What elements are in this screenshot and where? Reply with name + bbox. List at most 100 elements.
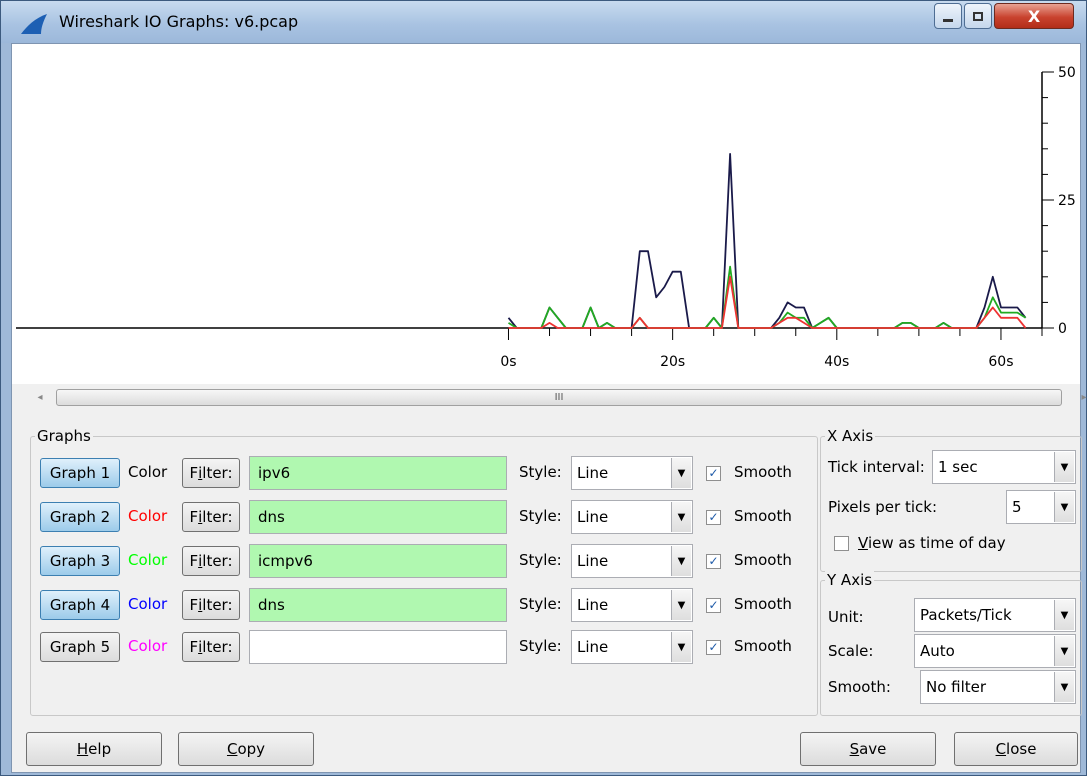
graph-3-style-label: Style: <box>519 551 562 569</box>
series-line-1 <box>507 153 1027 329</box>
graph-2-smooth-label: Smooth <box>734 507 792 525</box>
window-title: Wireshark IO Graphs: v6.pcap <box>59 12 299 31</box>
graph-2-style-value: Line <box>577 508 609 526</box>
y-tick-label: 25 <box>1058 193 1076 209</box>
x-tick-label: 0s <box>500 354 516 370</box>
graph-4-style-value: Line <box>577 596 609 614</box>
maximize-icon <box>973 11 983 21</box>
io-graphs-window: Wireshark IO Graphs: v6.pcap X 0s 20s 40s 6… <box>0 0 1087 776</box>
view-time-of-day-checkbox[interactable] <box>834 536 849 551</box>
graph-5-filter-input[interactable] <box>249 630 507 664</box>
y-axis-group-title: Y Axis <box>825 571 875 589</box>
graph-3-smooth-label: Smooth <box>734 551 792 569</box>
tick-interval-select[interactable]: 1 sec ▼ <box>932 450 1076 484</box>
tick-interval-value: 1 sec <box>938 458 978 476</box>
copy-button[interactable]: Copy <box>178 732 314 766</box>
graph-5-smooth-checkbox[interactable]: ✓ <box>706 640 721 655</box>
close-window-button[interactable]: X <box>994 3 1074 29</box>
graph-4-smooth-label: Smooth <box>734 595 792 613</box>
graph-4-color-label[interactable]: Color <box>128 595 167 613</box>
chevron-down-icon: ▼ <box>671 546 691 576</box>
chevron-down-icon: ▼ <box>671 590 691 620</box>
close-icon: X <box>1027 6 1041 26</box>
graph-2-color-label[interactable]: Color <box>128 507 167 525</box>
graph-1-button[interactable]: Graph 1 <box>40 458 120 488</box>
y-smooth-label: Smooth: <box>828 678 891 696</box>
x-axis-group-title: X Axis <box>825 427 876 445</box>
graph-3-style-select[interactable]: Line ▼ <box>571 544 693 578</box>
horizontal-scrollbar[interactable]: ◂ III ▸ <box>30 386 1087 408</box>
x-tick-label: 20s <box>660 354 685 370</box>
maximize-button[interactable] <box>964 3 992 29</box>
graphs-group-title: Graphs <box>35 427 93 445</box>
graph-1-style-value: Line <box>577 464 609 482</box>
unit-select[interactable]: Packets/Tick ▼ <box>914 598 1076 632</box>
help-button[interactable]: Help <box>26 732 162 766</box>
io-graph-plot[interactable]: 0s 20s 40s 60s 50 25 0 <box>12 44 1080 384</box>
tick-interval-label: Tick interval: <box>828 458 925 476</box>
x-tick-label: 40s <box>824 354 849 370</box>
graph-4-style-select[interactable]: Line ▼ <box>571 588 693 622</box>
y-smooth-select[interactable]: No filter ▼ <box>920 670 1076 704</box>
graph-1-style-label: Style: <box>519 463 562 481</box>
chevron-down-icon: ▼ <box>671 502 691 532</box>
graph-5-filter-button[interactable]: Fi lter: <box>182 632 240 662</box>
series-line-2 <box>508 265 1027 329</box>
graph-3-color-label[interactable]: Color <box>128 551 167 569</box>
minimize-button[interactable] <box>934 3 962 29</box>
graph-3-button[interactable]: Graph 3 <box>40 546 120 576</box>
pixels-per-tick-select[interactable]: 5 ▼ <box>1006 490 1076 524</box>
graph-2-button[interactable]: Graph 2 <box>40 502 120 532</box>
graph-4-style-label: Style: <box>519 595 562 613</box>
minimize-icon <box>943 18 953 22</box>
chevron-down-icon: ▼ <box>1054 452 1074 482</box>
window-client-area: 0s 20s 40s 60s 50 25 0 ◂ III ▸ Graphs Graph 1 … <box>11 43 1087 773</box>
graph-3-filter-input[interactable]: icmpv6 <box>249 544 507 578</box>
graph-1-style-select[interactable]: Line ▼ <box>571 456 693 490</box>
title-bar[interactable]: Wireshark IO Graphs: v6.pcap X <box>1 1 1086 43</box>
graph-1-smooth-checkbox[interactable]: ✓ <box>706 466 721 481</box>
graph-5-style-value: Line <box>577 638 609 656</box>
chevron-down-icon: ▼ <box>671 458 691 488</box>
y-smooth-value: No filter <box>926 678 987 696</box>
graph-5-smooth-label: Smooth <box>734 637 792 655</box>
save-button[interactable]: Save <box>800 732 936 766</box>
unit-value: Packets/Tick <box>920 606 1012 624</box>
x-tick-label: 60s <box>988 354 1013 370</box>
graph-4-button[interactable]: Graph 4 <box>40 590 120 620</box>
graph-4-filter-input[interactable]: dns <box>249 588 507 622</box>
graph-3-smooth-checkbox[interactable]: ✓ <box>706 554 721 569</box>
pixels-per-tick-value: 5 <box>1012 498 1022 516</box>
graph-4-smooth-checkbox[interactable]: ✓ <box>706 598 721 613</box>
close-button[interactable]: Close <box>954 732 1078 766</box>
chevron-down-icon: ▼ <box>1054 672 1074 702</box>
unit-label: Unit: <box>828 608 864 626</box>
chevron-down-icon: ▼ <box>671 632 691 662</box>
graph-5-style-label: Style: <box>519 637 562 655</box>
graph-3-style-value: Line <box>577 552 609 570</box>
graph-5-button[interactable]: Graph 5 <box>40 632 120 662</box>
wireshark-fin-icon <box>21 14 47 34</box>
chevron-down-icon: ▼ <box>1054 492 1074 522</box>
graph-5-color-label[interactable]: Color <box>128 637 167 655</box>
graph-4-filter-button[interactable]: Fi lter: <box>182 590 240 620</box>
graph-1-filter-button[interactable]: Fi lter: <box>182 458 240 488</box>
graph-2-filter-button[interactable]: Fi lter: <box>182 502 240 532</box>
graph-3-filter-button[interactable]: Fi lter: <box>182 546 240 576</box>
y-tick-label: 0 <box>1058 321 1067 337</box>
y-tick-label: 50 <box>1058 65 1076 81</box>
io-graph-chart: 0s 20s 40s 60s 50 25 0 <box>16 65 1076 370</box>
chevron-down-icon: ▼ <box>1054 600 1074 630</box>
scroll-left-icon[interactable]: ◂ <box>32 388 48 406</box>
graph-1-filter-input[interactable]: ipv6 <box>249 456 507 490</box>
graph-2-style-select[interactable]: Line ▼ <box>571 500 693 534</box>
graph-1-smooth-label: Smooth <box>734 463 792 481</box>
chevron-down-icon: ▼ <box>1054 636 1074 666</box>
graph-2-smooth-checkbox[interactable]: ✓ <box>706 510 721 525</box>
scroll-right-icon[interactable]: ▸ <box>1076 388 1087 406</box>
scale-select[interactable]: Auto ▼ <box>914 634 1076 668</box>
graph-1-color-label[interactable]: Color <box>128 463 167 481</box>
scroll-thumb[interactable]: III <box>56 389 1062 406</box>
graph-2-filter-input[interactable]: dns <box>249 500 507 534</box>
graph-5-style-select[interactable]: Line ▼ <box>571 630 693 664</box>
